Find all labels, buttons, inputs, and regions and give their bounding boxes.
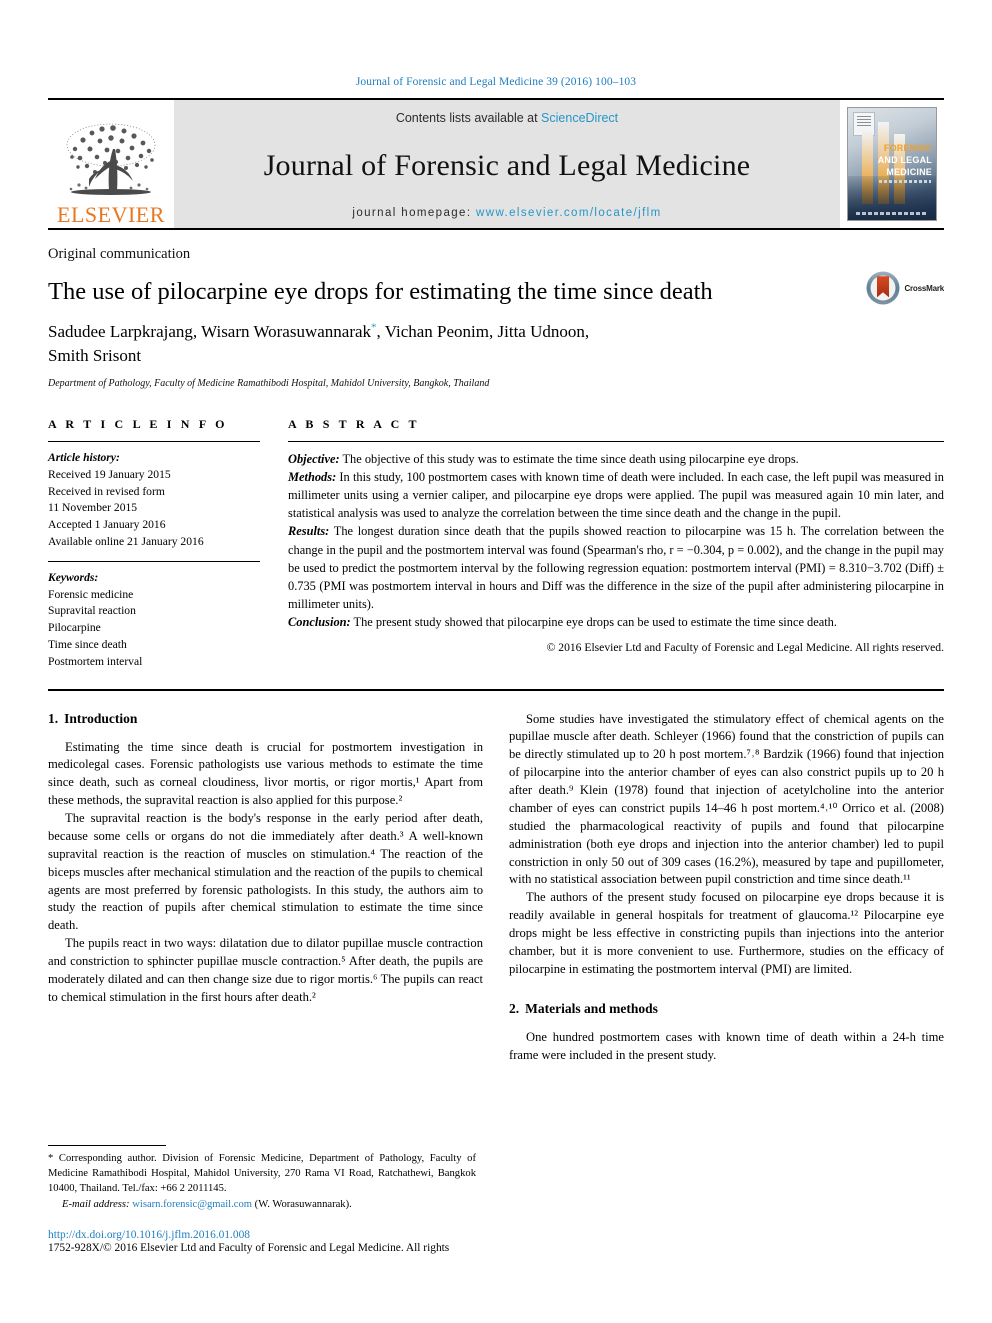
abstract-methods-label: Methods: — [288, 470, 337, 485]
elsevier-logo: ELSEVIER — [48, 100, 174, 228]
intro-paragraph-1: Estimating the time since death is cruci… — [48, 739, 483, 808]
article-info-column: A R T I C L E I N F O Article history: R… — [48, 417, 260, 671]
article-info-heading: A R T I C L E I N F O — [48, 416, 228, 431]
article-info-rule-mid — [48, 560, 260, 562]
keyword-item: Pilocarpine — [48, 621, 101, 635]
footnote-rule — [48, 1145, 166, 1146]
footnote-region: * Corresponding author. Division of Fore… — [48, 1145, 476, 1254]
communication-type: Original communication — [48, 246, 191, 262]
homepage-prefix: journal homepage: — [352, 207, 477, 219]
article-history-block: Article history: Received 19 January 201… — [48, 450, 260, 551]
masthead-center-band: Contents lists available at ScienceDirec… — [174, 100, 840, 228]
keywords-block: Keywords: Forensic medicine Supravital r… — [48, 570, 260, 671]
corresponding-author-note: * Corresponding author. Division of Fore… — [48, 1152, 476, 1196]
keyword-item: Postmortem interval — [48, 654, 143, 668]
history-item: Available online 21 January 2016 — [48, 534, 204, 548]
abstract-copyright: © 2016 Elsevier Ltd and Faculty of Foren… — [546, 641, 944, 655]
doi-link[interactable]: http://dx.doi.org/10.1016/j.jflm.2016.01… — [48, 1229, 476, 1241]
materials-paragraph-1: One hundred postmortem cases with known … — [509, 1029, 944, 1062]
article-info-rule-top — [48, 440, 260, 442]
abstract-results-text: The longest duration since death that th… — [288, 524, 944, 611]
contents-prefix: Contents lists available at — [395, 111, 542, 125]
email-label: E-mail address: — [62, 1199, 130, 1211]
crossmark-badge[interactable]: CrossMark — [865, 270, 944, 306]
authors-line-1a: Sadudee Larpkrajang, Wisarn Worasuwannar… — [48, 322, 372, 342]
cover-footer-rule — [856, 212, 928, 215]
abstract-column: A B S T R A C T Objective: The objective… — [288, 417, 944, 671]
cover-title-line1: FORENSIC — [883, 143, 932, 153]
article-header: Original communication The use of piloca… — [48, 246, 944, 389]
email-note: E-mail address: wisarn.forensic@gmail.co… — [48, 1198, 476, 1213]
cover-subtitle-rule — [879, 180, 931, 183]
authors-line-1b: , Vichan Peonim, Jitta Udnoon, — [376, 322, 590, 342]
journal-cover-thumbnail: FORENSIC AND LEGAL MEDICINE — [840, 100, 944, 228]
intro-paragraph-4: Some studies have investigated the stimu… — [509, 711, 944, 887]
abstract-objective-label: Objective: — [288, 451, 340, 466]
journal-masthead: ELSEVIER Contents lists available at Sci… — [48, 98, 944, 230]
abstract-results-label: Results: — [288, 524, 330, 539]
elsevier-wordmark: ELSEVIER — [57, 202, 165, 227]
history-item: 11 November 2015 — [48, 501, 138, 515]
keywords-label: Keywords: — [48, 570, 99, 584]
cover-title-line2: AND LEGAL — [877, 155, 932, 165]
abstract-body: Objective: The objective of this study w… — [288, 450, 944, 631]
journal-title: Journal of Forensic and Legal Medicine — [263, 149, 751, 182]
section-number-1: 1. — [48, 710, 59, 726]
affiliation: Department of Pathology, Faculty of Medi… — [48, 377, 490, 389]
history-item: Received 19 January 2015 — [48, 467, 171, 481]
email-link[interactable]: wisarn.forensic@gmail.com — [132, 1199, 252, 1210]
history-item: Accepted 1 January 2016 — [48, 518, 166, 532]
corresponding-author-text: Corresponding author. Division of Forens… — [48, 1153, 476, 1194]
section-title-2: Materials and methods — [525, 1000, 658, 1016]
crossmark-label: CrossMark — [904, 283, 944, 293]
journal-homepage-link[interactable]: www.elsevier.com/locate/jflm — [476, 207, 662, 219]
elsevier-tree-icon — [66, 123, 156, 195]
email-suffix: (W. Worasuwannarak). — [252, 1199, 352, 1211]
journal-cover-image: FORENSIC AND LEGAL MEDICINE — [847, 107, 937, 221]
running-head: Journal of Forensic and Legal Medicine 3… — [355, 76, 637, 88]
page-title: The use of pilocarpine eye drops for est… — [48, 278, 713, 305]
info-abstract-region: A R T I C L E I N F O Article history: R… — [48, 417, 944, 671]
abstract-methods-text: In this study, 100 postmortem cases with… — [288, 470, 944, 521]
article-body: 1. Introduction Estimating the time since… — [48, 711, 944, 1065]
section-number-2: 2. — [509, 1000, 520, 1016]
contents-available-line: Contents lists available at ScienceDirec… — [396, 111, 618, 125]
cover-title-line3: MEDICINE — [886, 167, 932, 177]
authors-line-2: Smith Srisont — [48, 346, 142, 366]
paper-page: Journal of Forensic and Legal Medicine 3… — [0, 0, 992, 1323]
keyword-item: Forensic medicine — [48, 587, 134, 601]
article-history-label: Article history: — [48, 450, 120, 464]
section-divider-rule — [48, 688, 944, 691]
intro-paragraph-2: The supravital reaction is the body's re… — [48, 811, 483, 933]
intro-paragraph-3: The pupils react in two ways: dilatation… — [48, 936, 483, 1004]
journal-homepage-line: journal homepage: www.elsevier.com/locat… — [352, 207, 661, 219]
body-column-left: 1. Introduction Estimating the time since… — [48, 711, 483, 1065]
history-item: Received in revised form — [48, 484, 165, 498]
section-heading-materials: 2. Materials and methods — [509, 1001, 944, 1017]
intro-paragraph-5: The authors of the present study focused… — [509, 890, 944, 976]
section-title-1: Introduction — [64, 710, 138, 726]
issn-copyright-line: 1752-928X/© 2016 Elsevier Ltd and Facult… — [48, 1242, 450, 1255]
abstract-objective-text: The objective of this study was to estim… — [339, 451, 799, 466]
abstract-heading: A B S T R A C T — [288, 416, 420, 431]
author-list: Sadudee Larpkrajang, Wisarn Worasuwannar… — [48, 320, 808, 368]
keyword-item: Supravital reaction — [48, 604, 136, 618]
abstract-conclusion-text: The present study showed that pilocarpin… — [350, 614, 837, 629]
abstract-conclusion-label: Conclusion: — [288, 614, 351, 629]
body-column-right: Some studies have investigated the stimu… — [509, 711, 944, 1065]
sciencedirect-link[interactable]: ScienceDirect — [541, 111, 618, 125]
crossmark-icon — [866, 271, 900, 305]
section-heading-introduction: 1. Introduction — [48, 711, 483, 727]
keyword-item: Time since death — [48, 637, 127, 651]
abstract-rule-top — [288, 440, 944, 442]
